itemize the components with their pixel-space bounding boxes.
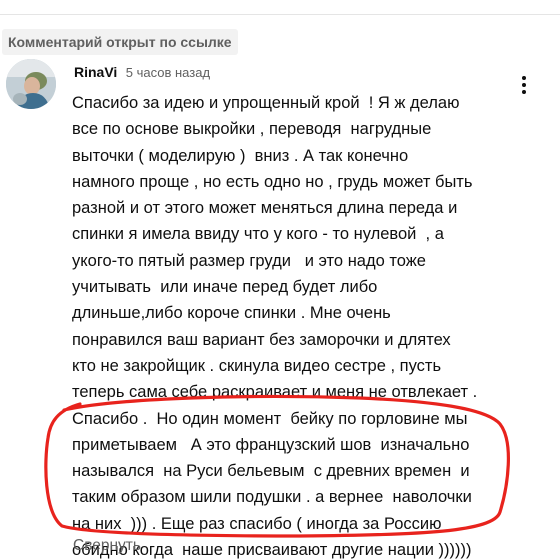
comment-header: RinaVi 5 часов назад — [74, 64, 210, 84]
dot — [522, 76, 526, 80]
comment-timestamp[interactable]: 5 часов назад — [126, 65, 210, 80]
comment-line: разной и от этого может меняться длина п… — [72, 199, 458, 218]
comment-line: длиньше,либо короче спинки . Мне очень — [72, 304, 391, 323]
comment-line: обидно когда наше присваивают другие нац… — [72, 541, 472, 560]
comment-line: приметываем А это французский шов изнача… — [72, 435, 470, 454]
linked-comment-badge: Комментарий открыт по ссылке — [2, 29, 238, 55]
comment-line: выточки ( моделирую ) вниз . А так конеч… — [72, 146, 409, 165]
comment-line: понравился ваш вариант без заморочки и д… — [72, 330, 451, 349]
comment-line: укого-то пятый размер груди и это надо т… — [72, 251, 426, 270]
comment-line: все по основе выкройки , переводя нагруд… — [72, 120, 432, 139]
comment-line: назывался на Руси бельевым с древних вре… — [72, 462, 470, 481]
comment-page: Комментарий открыт по ссылке RinaVi 5 ча… — [0, 0, 560, 560]
comment-author[interactable]: RinaVi — [74, 64, 117, 80]
comment-line: на них ))) . Еще раз спасибо ( иногда за… — [72, 514, 442, 533]
comment-line: кто не закройщик . скинула видео сестре … — [72, 356, 442, 375]
comment-line: таким образом шили подушки . а вернее на… — [72, 488, 472, 507]
comment-line: спинки я имела ввиду что у кого - то нул… — [72, 225, 444, 244]
dot — [522, 83, 526, 87]
comment-line: учитывать или иначе перед будет либо — [72, 278, 378, 297]
comment-line: Спасибо . Но один момент бейку по горлов… — [72, 409, 468, 428]
collapse-button[interactable]: Свернуть — [73, 537, 141, 555]
top-divider — [0, 0, 560, 15]
avatar-image — [6, 59, 56, 109]
comment-line: Спасибо за идею и упрощенный крой ! Я ж … — [72, 94, 460, 112]
comment-text: Спасибо за идею и упрощенный крой ! Я ж … — [72, 90, 532, 560]
avatar[interactable] — [6, 59, 56, 109]
comment-line: намного проще , но есть одно но , грудь … — [72, 172, 473, 191]
comment-line: теперь сама себе раскраивает и меня не о… — [72, 383, 478, 402]
